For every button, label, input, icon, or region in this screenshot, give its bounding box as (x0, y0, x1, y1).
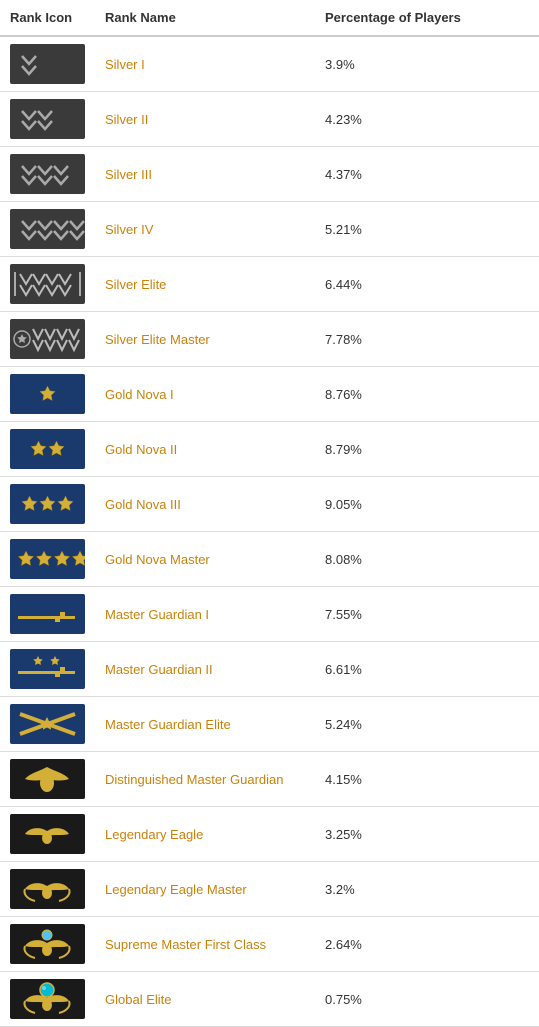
rank-icon-cell (0, 752, 95, 807)
rank-icon-gold-nova-ii (10, 428, 85, 470)
rank-icon-supreme-master-first-class (10, 923, 85, 965)
rank-name: Silver III (95, 147, 315, 202)
rank-percentage: 3.9% (315, 36, 539, 92)
rank-icon-silver-elite-master (10, 318, 85, 360)
rank-percentage: 3.2% (315, 862, 539, 917)
rank-icon-cell (0, 917, 95, 972)
rank-percentage: 0.75% (315, 972, 539, 1027)
rank-icon-cell (0, 367, 95, 422)
rank-name: Silver II (95, 92, 315, 147)
rank-icon-silver-iii (10, 153, 85, 195)
table-row: Gold Nova Master8.08% (0, 532, 539, 587)
rank-icon-gold-nova-i (10, 373, 85, 415)
rank-name: Legendary Eagle (95, 807, 315, 862)
rank-icon-cell (0, 202, 95, 257)
rank-name: Master Guardian II (95, 642, 315, 697)
rank-icon-cell (0, 972, 95, 1027)
table-row: Gold Nova II8.79% (0, 422, 539, 477)
rank-icon-cell (0, 312, 95, 367)
table-row: Silver IV5.21% (0, 202, 539, 257)
rank-icon-silver-iv (10, 208, 85, 250)
rank-percentage: 5.24% (315, 697, 539, 752)
table-row: Silver III4.37% (0, 147, 539, 202)
rank-percentage: 9.05% (315, 477, 539, 532)
rank-icon-global-elite (10, 978, 85, 1020)
ranks-table: Rank Icon Rank Name Percentage of Player… (0, 0, 539, 1027)
rank-icon-legendary-eagle (10, 813, 85, 855)
table-row: Global Elite0.75% (0, 972, 539, 1027)
table-row: Gold Nova I8.76% (0, 367, 539, 422)
col-rank-name: Rank Name (95, 0, 315, 36)
rank-icon-cell (0, 642, 95, 697)
rank-percentage: 6.61% (315, 642, 539, 697)
rank-name: Silver Elite (95, 257, 315, 312)
rank-name: Global Elite (95, 972, 315, 1027)
rank-percentage: 3.25% (315, 807, 539, 862)
rank-icon-gold-nova-master (10, 538, 85, 580)
table-row: Supreme Master First Class2.64% (0, 917, 539, 972)
rank-icon-gold-nova-iii (10, 483, 85, 525)
rank-name: Silver I (95, 36, 315, 92)
rank-percentage: 8.76% (315, 367, 539, 422)
col-percentage: Percentage of Players (315, 0, 539, 36)
table-row: Silver Elite6.44% (0, 257, 539, 312)
rank-percentage: 7.78% (315, 312, 539, 367)
table-row: Legendary Eagle Master3.2% (0, 862, 539, 917)
rank-icon-cell (0, 92, 95, 147)
rank-name: Master Guardian I (95, 587, 315, 642)
rank-percentage: 4.23% (315, 92, 539, 147)
rank-name: Master Guardian Elite (95, 697, 315, 752)
rank-name: Gold Nova III (95, 477, 315, 532)
rank-icon-legendary-eagle-master (10, 868, 85, 910)
table-row: Silver II4.23% (0, 92, 539, 147)
rank-percentage: 4.37% (315, 147, 539, 202)
rank-percentage: 2.64% (315, 917, 539, 972)
table-row: Legendary Eagle3.25% (0, 807, 539, 862)
rank-name: Gold Nova II (95, 422, 315, 477)
rank-icon-cell (0, 862, 95, 917)
rank-name: Gold Nova Master (95, 532, 315, 587)
rank-icon-cell (0, 147, 95, 202)
rank-icon-cell (0, 587, 95, 642)
rank-icon-silver-ii (10, 98, 85, 140)
rank-icon-master-guardian-i (10, 593, 85, 635)
rank-percentage: 6.44% (315, 257, 539, 312)
rank-name: Distinguished Master Guardian (95, 752, 315, 807)
rank-icon-master-guardian-elite (10, 703, 85, 745)
rank-icon-cell (0, 697, 95, 752)
rank-icon-cell (0, 807, 95, 862)
rank-percentage: 7.55% (315, 587, 539, 642)
table-row: Silver I3.9% (0, 36, 539, 92)
rank-icon-cell (0, 532, 95, 587)
rank-icon-silver-i (10, 43, 85, 85)
rank-percentage: 8.08% (315, 532, 539, 587)
rank-icon-cell (0, 422, 95, 477)
rank-percentage: 5.21% (315, 202, 539, 257)
table-row: Silver Elite Master7.78% (0, 312, 539, 367)
rank-icon-distinguished-master-guardian (10, 758, 85, 800)
rank-percentage: 4.15% (315, 752, 539, 807)
rank-icon-cell (0, 477, 95, 532)
rank-name: Silver Elite Master (95, 312, 315, 367)
table-container: Rank Icon Rank Name Percentage of Player… (0, 0, 539, 1027)
table-header: Rank Icon Rank Name Percentage of Player… (0, 0, 539, 36)
rank-icon-cell (0, 36, 95, 92)
rank-name: Silver IV (95, 202, 315, 257)
rank-icon-cell (0, 257, 95, 312)
col-rank-icon: Rank Icon (0, 0, 95, 36)
rank-name: Legendary Eagle Master (95, 862, 315, 917)
rank-icon-master-guardian-ii (10, 648, 85, 690)
table-row: Master Guardian I7.55% (0, 587, 539, 642)
rank-name: Gold Nova I (95, 367, 315, 422)
table-row: Gold Nova III9.05% (0, 477, 539, 532)
rank-name: Supreme Master First Class (95, 917, 315, 972)
table-row: Distinguished Master Guardian4.15% (0, 752, 539, 807)
rank-percentage: 8.79% (315, 422, 539, 477)
rank-icon-silver-elite (10, 263, 85, 305)
table-row: Master Guardian II6.61% (0, 642, 539, 697)
table-row: Master Guardian Elite5.24% (0, 697, 539, 752)
